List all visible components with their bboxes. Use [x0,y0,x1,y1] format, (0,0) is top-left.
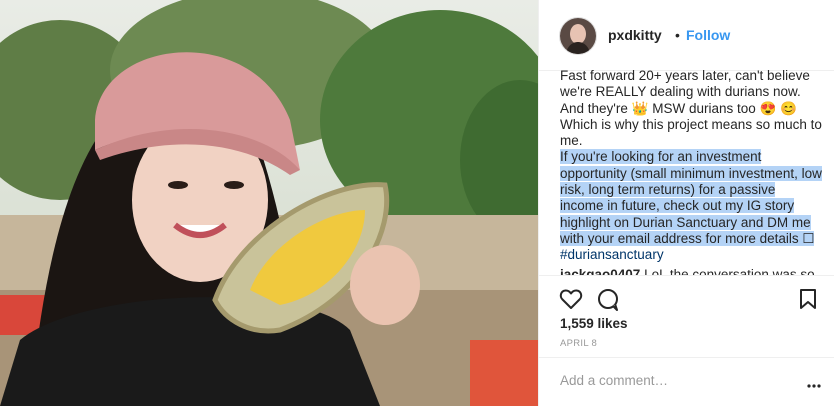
photo-illustration [0,0,538,406]
add-comment-bar: Add a comment… [539,357,834,407]
caption-line-3: Which is why this project means so much … [560,116,822,149]
likes-count[interactable]: 1,559 likes [560,316,628,331]
post-panel: pxdkitty • Follow Fast forward 20+ years… [538,0,834,406]
avatar[interactable] [559,17,597,55]
caption-line-2: MSW durians too [652,100,756,116]
action-bar [539,275,834,322]
caption-highlighted-text: If you're looking for an investment oppo… [560,149,822,246]
avatar-image [560,18,596,54]
bookmark-icon[interactable] [799,288,817,315]
more-dots-icon[interactable] [807,375,821,393]
add-comment-input[interactable]: Add a comment… [560,373,668,388]
heart-eyes-emoji: 😍 [759,100,777,116]
caption-highlight-body: If you're looking for an investment oppo… [560,149,822,246]
username-link[interactable]: pxdkitty [608,27,662,43]
separator-dot: • [675,27,680,43]
blush-emoji: 😊 [780,100,797,116]
post-caption: Fast forward 20+ years later, can't beli… [560,68,822,264]
follow-button[interactable]: Follow [686,27,730,43]
post-header: pxdkitty • Follow [539,0,834,71]
caption-text: Fast forward 20+ years later, can't beli… [560,68,822,264]
crown-emoji: 👑 [631,100,649,116]
box-symbol: ☐ [802,230,815,246]
post-photo[interactable] [0,0,538,406]
hashtag-link[interactable]: #duriansanctuary [560,247,664,262]
heart-icon[interactable] [559,288,583,315]
comment-icon[interactable] [596,288,620,317]
post-date[interactable]: APRIL 8 [560,338,597,349]
